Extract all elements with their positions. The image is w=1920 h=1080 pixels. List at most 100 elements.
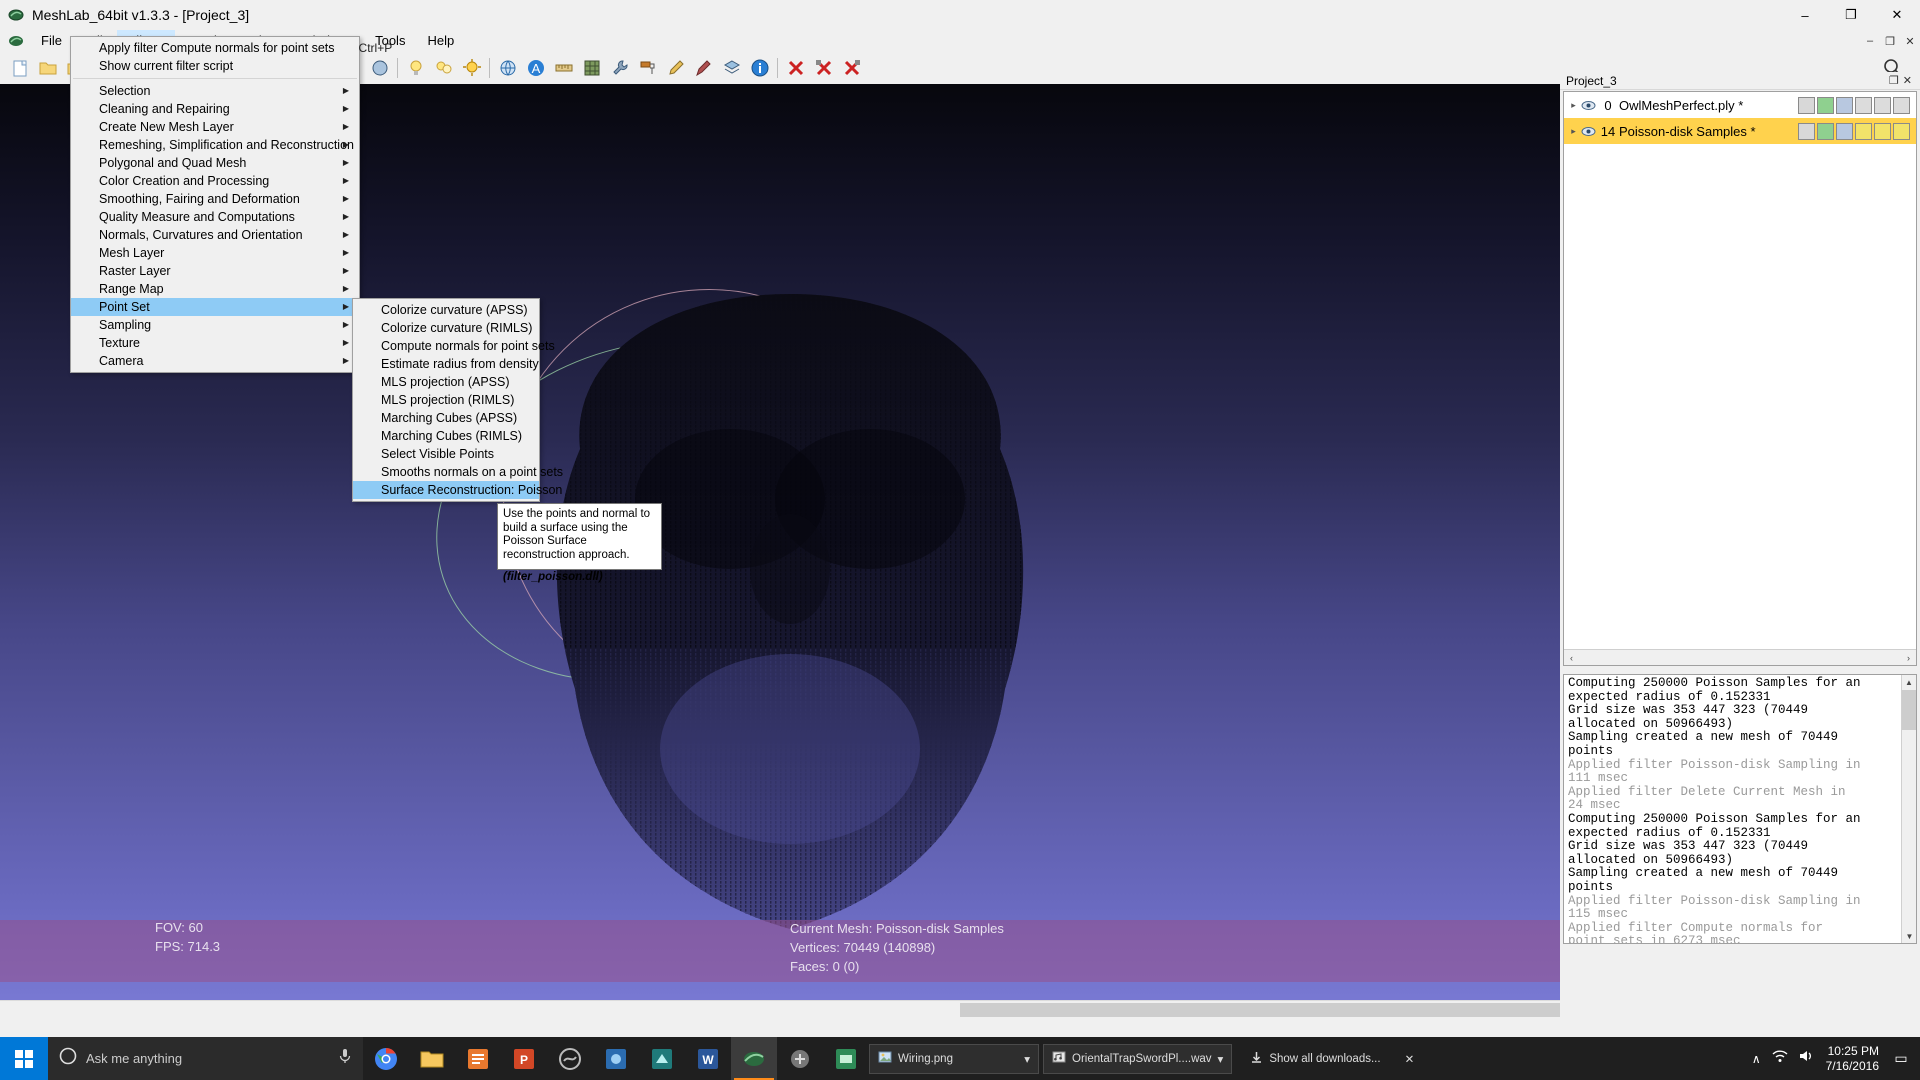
submenu-item-smooths-normals[interactable]: Smooths normals on a point sets	[353, 463, 563, 481]
dock-float-icon[interactable]: ❐	[1889, 74, 1899, 87]
menu-item-selection[interactable]: Selection ▶	[71, 82, 359, 100]
info-circle-blue-icon[interactable]: A	[522, 55, 549, 82]
layer-name[interactable]: Poisson-disk Samples *	[1619, 124, 1764, 139]
scrollbar-thumb[interactable]	[960, 1003, 1560, 1017]
menu-help[interactable]: Help	[416, 30, 465, 52]
volume-icon[interactable]	[1799, 1049, 1815, 1068]
submenu-item-surface-reconstruction-poisson[interactable]: Surface Reconstruction: Poisson	[353, 481, 562, 499]
taskbar-app-blue-icon[interactable]	[593, 1037, 639, 1080]
table-row[interactable]: ▸ 0 OwlMeshPerfect.ply *	[1564, 92, 1916, 118]
scroll-down-button[interactable]: ▼	[1902, 929, 1916, 943]
scrollbar-track[interactable]	[1579, 650, 1901, 665]
wrench-icon[interactable]	[606, 55, 633, 82]
tray-expand-icon[interactable]: ∧	[1752, 1052, 1761, 1066]
layer-edit-icon[interactable]	[1798, 96, 1815, 114]
layers-stack-icon[interactable]	[718, 55, 745, 82]
expand-arrow-icon[interactable]: ▸	[1567, 126, 1580, 137]
show-all-downloads-link[interactable]: Show all downloads... ✕	[1250, 1051, 1414, 1067]
menu-item-point-set[interactable]: Point Set ▶	[71, 298, 359, 316]
notification-center-icon[interactable]: ▭	[1890, 1037, 1912, 1080]
taskbar-chrome-icon[interactable]	[363, 1037, 409, 1080]
eye-visibility-icon[interactable]	[1580, 98, 1597, 113]
taskbar-file-explorer-icon[interactable]	[409, 1037, 455, 1080]
taskbar-powerpoint-icon[interactable]: P	[501, 1037, 547, 1080]
layer-quality-icon[interactable]	[1874, 122, 1891, 140]
delete-raster-icon[interactable]	[838, 55, 865, 82]
menu-item-quality-measure[interactable]: Quality Measure and Computations ▶	[71, 208, 359, 226]
submenu-item-mls-projection-rimls[interactable]: MLS projection (RIMLS)	[353, 391, 539, 409]
submenu-item-marching-cubes-rimls[interactable]: Marching Cubes (RIMLS)	[353, 427, 539, 445]
measure-icon[interactable]	[550, 55, 577, 82]
menu-item-mesh-layer[interactable]: Mesh Layer ▶	[71, 244, 359, 262]
grid-pattern-icon[interactable]	[578, 55, 605, 82]
double-light-icon[interactable]	[430, 55, 457, 82]
eye-visibility-icon[interactable]	[1580, 124, 1597, 139]
expand-arrow-icon[interactable]: ▸	[1567, 100, 1580, 111]
menu-item-range-map[interactable]: Range Map ▶	[71, 280, 359, 298]
scroll-up-button[interactable]: ▲	[1902, 675, 1916, 689]
menu-item-sampling[interactable]: Sampling ▶	[71, 316, 359, 334]
menu-file[interactable]: File	[30, 30, 73, 52]
submenu-item-select-visible-points[interactable]: Select Visible Points	[353, 445, 539, 463]
scrollbar-thumb[interactable]	[1902, 690, 1916, 730]
download-item[interactable]: OrientalTrapSwordPl....wav ▾	[1043, 1043, 1233, 1074]
taskbar-app-gray-icon[interactable]	[777, 1037, 823, 1080]
scroll-left-button[interactable]: ‹	[1564, 651, 1579, 665]
taskbar-word-icon[interactable]: W	[685, 1037, 731, 1080]
submenu-item-colorize-curvature-apss[interactable]: Colorize curvature (APSS)	[353, 301, 539, 319]
layer-texture-icon[interactable]	[1893, 122, 1910, 140]
mdi-close-button[interactable]: ✕	[1900, 30, 1920, 52]
layer-points-icon[interactable]	[1817, 96, 1834, 114]
scroll-right-button[interactable]: ›	[1901, 651, 1916, 665]
minimize-button[interactable]: –	[1782, 0, 1828, 30]
taskbar-browser-icon[interactable]	[547, 1037, 593, 1080]
menu-item-remeshing[interactable]: Remeshing, Simplification and Reconstruc…	[71, 136, 359, 154]
paint-roller-icon[interactable]	[634, 55, 661, 82]
chevron-down-icon[interactable]: ▾	[1218, 1052, 1224, 1066]
layer-faces-icon[interactable]	[1836, 122, 1853, 140]
smooth-shading-icon[interactable]	[366, 55, 393, 82]
new-document-icon[interactable]	[6, 55, 33, 82]
submenu-item-colorize-curvature-rimls[interactable]: Colorize curvature (RIMLS)	[353, 319, 539, 337]
fancy-light-icon[interactable]	[458, 55, 485, 82]
menu-item-smoothing-fairing[interactable]: Smoothing, Fairing and Deformation ▶	[71, 190, 359, 208]
menu-item-raster-layer[interactable]: Raster Layer ▶	[71, 262, 359, 280]
taskbar-clock[interactable]: 10:25 PM 7/16/2016	[1826, 1044, 1879, 1074]
log-output-panel[interactable]: Computing 250000 Poisson Samples for an …	[1563, 674, 1917, 944]
point-set-submenu[interactable]: Colorize curvature (APSS) Colorize curva…	[352, 298, 563, 502]
layer-edit-icon[interactable]	[1798, 122, 1815, 140]
info-blue-circle-icon[interactable]	[746, 55, 773, 82]
filters-dropdown-menu[interactable]: Apply filter Compute normals for point s…	[70, 36, 392, 373]
submenu-item-mls-projection-apss[interactable]: MLS projection (APSS)	[353, 373, 539, 391]
table-row[interactable]: ▸ 14 Poisson-disk Samples *	[1564, 118, 1916, 144]
layer-quality-icon[interactable]	[1874, 96, 1891, 114]
submenu-item-estimate-radius[interactable]: Estimate radius from density	[353, 355, 539, 373]
taskbar-app-teal-icon[interactable]	[639, 1037, 685, 1080]
menu-item-show-filter-script[interactable]: Show current filter script	[71, 57, 359, 75]
menu-item-camera[interactable]: Camera ▶	[71, 352, 359, 370]
start-button[interactable]	[0, 1037, 48, 1080]
layer-color-icon[interactable]	[1855, 122, 1872, 140]
delete-mesh-icon[interactable]	[782, 55, 809, 82]
layer-name[interactable]: OwlMeshPerfect.ply *	[1619, 98, 1751, 113]
open-folder-icon[interactable]	[34, 55, 61, 82]
menu-item-color-creation[interactable]: Color Creation and Processing ▶	[71, 172, 359, 190]
menu-item-apply-filter[interactable]: Apply filter Compute normals for point s…	[71, 39, 392, 57]
pencil-edit-icon[interactable]	[662, 55, 689, 82]
layer-color-icon[interactable]	[1855, 96, 1872, 114]
submenu-item-compute-normals[interactable]: Compute normals for point sets	[353, 337, 555, 355]
layer-list-panel[interactable]: ▸ 0 OwlMeshPerfect.ply * ▸ 14 Poisson-di…	[1563, 91, 1917, 666]
close-button[interactable]: ✕	[1874, 0, 1920, 30]
color-picker-icon[interactable]	[690, 55, 717, 82]
microphone-icon[interactable]	[338, 1048, 352, 1069]
submenu-item-marching-cubes-apss[interactable]: Marching Cubes (APSS)	[353, 409, 539, 427]
layer-texture-icon[interactable]	[1893, 96, 1910, 114]
layer-faces-icon[interactable]	[1836, 96, 1853, 114]
network-icon[interactable]	[1772, 1049, 1788, 1068]
taskbar-search-box[interactable]: Ask me anything	[48, 1037, 363, 1080]
menu-item-cleaning-repairing[interactable]: Cleaning and Repairing ▶	[71, 100, 359, 118]
mdi-restore-button[interactable]: ❐	[1880, 30, 1900, 52]
menu-item-texture[interactable]: Texture ▶	[71, 334, 359, 352]
taskbar-app-orange-icon[interactable]	[455, 1037, 501, 1080]
mdi-minimize-button[interactable]: –	[1860, 30, 1880, 52]
